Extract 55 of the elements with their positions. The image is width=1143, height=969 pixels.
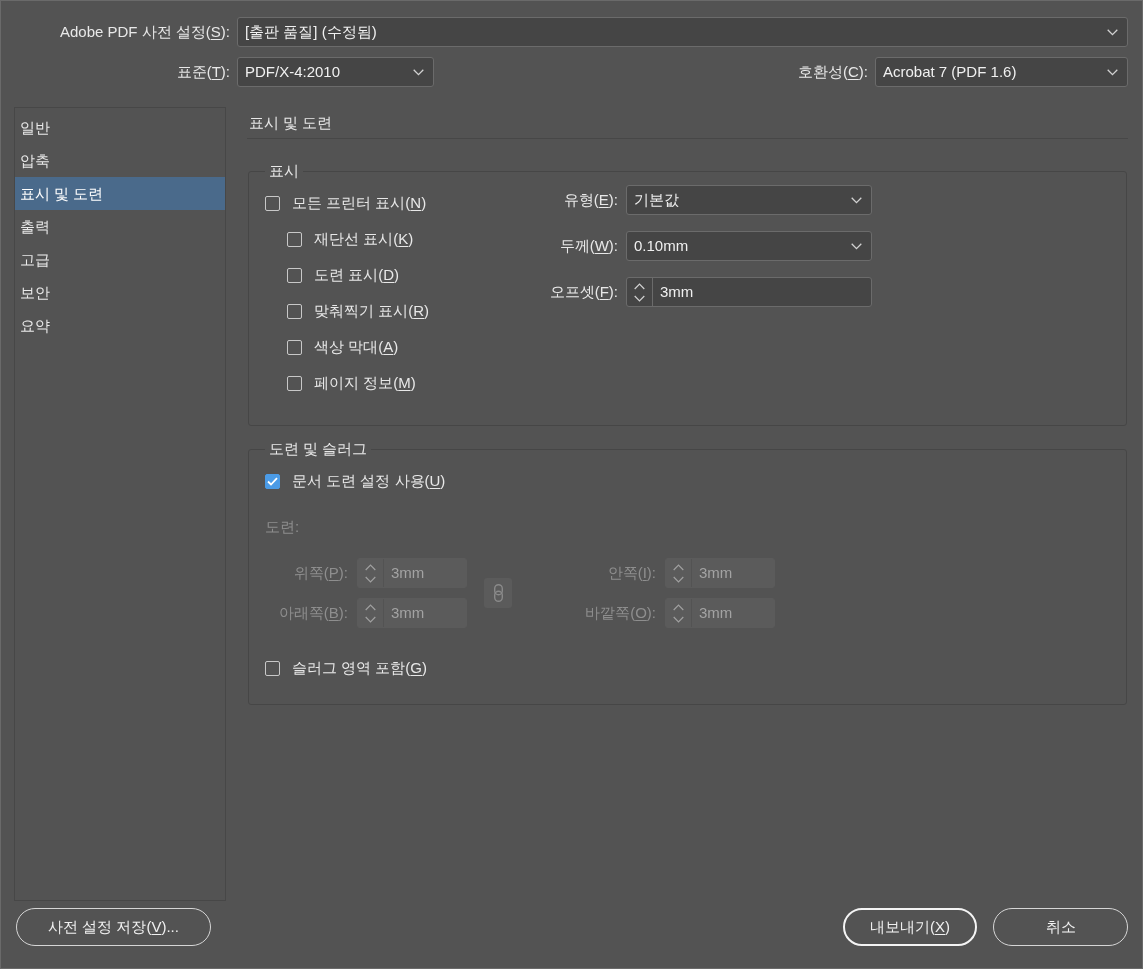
- chain-link-icon: [493, 584, 503, 602]
- checkbox-label: 도련 표시(D): [314, 265, 399, 285]
- spinner-arrows-icon: [634, 282, 645, 302]
- checkmark-icon: [267, 476, 278, 486]
- field-label: 표준(T):: [175, 62, 230, 82]
- chevron-down-icon: [851, 242, 862, 250]
- field-label: 유형(E):: [562, 190, 618, 210]
- checkbox[interactable]: [287, 267, 302, 283]
- category-item[interactable]: 고급: [15, 243, 225, 276]
- mark-option-spinner[interactable]: 3mm: [626, 277, 872, 307]
- chevron-down-icon: [1107, 28, 1118, 36]
- field-label: 오프셋(F):: [548, 282, 618, 302]
- compatibility-dropdown[interactable]: Acrobat 7 (PDF 1.6): [875, 57, 1128, 87]
- checkbox-label: 슬러그 영역 포함(G): [292, 658, 427, 678]
- checkbox[interactable]: [265, 195, 280, 211]
- spinner-arrows-icon: [365, 603, 376, 623]
- spinner-arrows-icon: [673, 563, 684, 583]
- section-title: 표시 및 도련: [249, 114, 333, 131]
- chevron-down-icon: [851, 196, 862, 204]
- category-item[interactable]: 보안: [15, 276, 225, 309]
- spinner-arrows-icon: [673, 603, 684, 623]
- checkbox[interactable]: [287, 231, 302, 247]
- field-label: 호환성(C):: [798, 62, 868, 82]
- group-title: 도련 및 슬러그: [268, 439, 369, 459]
- checkbox-label: 색상 막대(A): [314, 337, 399, 357]
- checkbox-label: 페이지 정보(M): [314, 373, 416, 393]
- standard-dropdown[interactable]: PDF/X-4:2010: [237, 57, 434, 87]
- field-label: 아래쪽(B):: [277, 603, 348, 623]
- checkbox[interactable]: [265, 473, 280, 489]
- group-title: 표시: [268, 161, 300, 181]
- field-label: Adobe PDF 사전 설정(S):: [58, 22, 230, 42]
- checkbox[interactable]: [265, 660, 280, 676]
- category-item[interactable]: 표시 및 도련: [15, 177, 225, 210]
- bleed-label: 도련:: [265, 517, 300, 537]
- category-item[interactable]: 요약: [15, 309, 225, 342]
- dialog-button[interactable]: 내보내기(X): [843, 908, 977, 946]
- checkbox-label: 재단선 표시(K): [314, 229, 414, 249]
- category-item[interactable]: 일반: [15, 111, 225, 144]
- field-label: 위쪽(P):: [292, 563, 348, 583]
- category-item[interactable]: 압축: [15, 144, 225, 177]
- field-label: 두께(W):: [558, 236, 618, 256]
- checkbox-label: 문서 도련 설정 사용(U): [292, 471, 446, 491]
- preset-dropdown[interactable]: [출판 품질] (수정됨): [237, 17, 1128, 47]
- field-label: 바깥쪽(O):: [584, 603, 656, 623]
- mark-option-dropdown[interactable]: 0.10mm: [626, 231, 872, 261]
- checkbox[interactable]: [287, 339, 302, 355]
- chevron-down-icon: [413, 68, 424, 76]
- chevron-down-icon: [1107, 68, 1118, 76]
- checkbox-label: 맞춰찍기 표시(R): [314, 301, 429, 321]
- checkbox[interactable]: [287, 303, 302, 319]
- category-item[interactable]: 출력: [15, 210, 225, 243]
- checkbox[interactable]: [287, 375, 302, 391]
- spinner-arrows-icon: [365, 563, 376, 583]
- mark-option-dropdown[interactable]: 기본값: [626, 185, 872, 215]
- checkbox-label: 모든 프린터 표시(N): [292, 193, 427, 213]
